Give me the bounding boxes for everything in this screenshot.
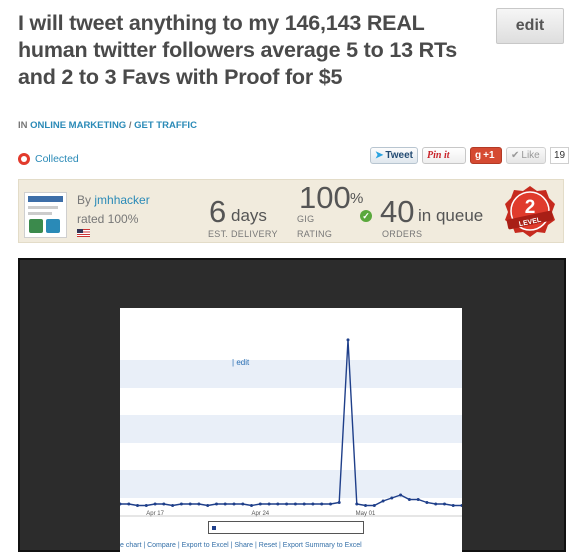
tweet-label: Tweet: [385, 150, 413, 161]
breadcrumb-category-link[interactable]: ONLINE MARKETING: [30, 120, 126, 131]
chart-point: [407, 498, 411, 501]
proof-chart-image: Apr 17 Apr 24 May 01 | edit e chart | Comp…: [118, 308, 464, 552]
gig-title: I will tweet anything to my 146,143 REAL…: [18, 11, 458, 89]
like-count: 19: [550, 147, 570, 164]
seller-byline: By jmhhacker: [77, 193, 150, 207]
chart-point: [337, 501, 341, 504]
chart-x-tick-label: Apr 17: [146, 511, 164, 517]
chart-point: [364, 504, 367, 507]
social-share-bar: ➤ Tweet Pin it g +1 ✔ Like 19: [370, 147, 570, 164]
chart-point: [144, 504, 148, 507]
chart-point: [241, 502, 245, 506]
tweet-button[interactable]: ➤ Tweet: [370, 147, 418, 164]
level-number: 2: [525, 197, 536, 218]
chart-point: [293, 502, 297, 506]
chart-x-tick-label: May 01: [356, 511, 376, 517]
thumbnail-logo: [29, 219, 43, 233]
chart-point: [302, 502, 306, 506]
gig-thumbnail[interactable]: [24, 192, 67, 238]
orders-label: ORDERS: [382, 229, 423, 239]
collected-label: Collected: [35, 153, 79, 165]
chart-point: [311, 502, 315, 506]
thumbnail-logo: [46, 219, 60, 233]
chart-point: [355, 502, 359, 506]
gig-rating-label-gig: GIG: [297, 214, 315, 224]
orders-queue-unit: in queue: [418, 206, 484, 225]
check-icon: ✓: [360, 210, 372, 222]
thumbnail-line: [28, 206, 58, 209]
chart-point: [390, 496, 394, 500]
chart-point: [162, 502, 166, 506]
chart-point: [127, 502, 131, 506]
heart-icon: [18, 153, 30, 165]
chart-x-tick-label: Apr 24: [251, 511, 269, 517]
chart-point: [197, 502, 201, 506]
chart-point: [171, 504, 175, 507]
delivery-label: EST. DELIVERY: [208, 229, 278, 239]
collect-button[interactable]: Collected: [18, 153, 79, 165]
chart-point: [258, 502, 262, 506]
google-plus-icon: g: [475, 150, 482, 161]
chart-point: [188, 502, 192, 506]
chart-point: [372, 504, 376, 507]
gig-rating-percent: %: [350, 190, 364, 207]
seller-username-link[interactable]: jmhhacker: [94, 193, 149, 207]
chart-point: [320, 502, 324, 506]
breadcrumb: IN ONLINE MARKETING / GET TRAFFIC: [18, 120, 197, 131]
thumbnail-header: [28, 196, 63, 202]
thumbs-up-icon: ✔: [511, 150, 520, 161]
chart-point: [443, 502, 446, 506]
chart-edit-link[interactable]: | edit: [232, 358, 249, 367]
delivery-days-unit: days: [231, 206, 267, 225]
chart-band: [120, 470, 462, 498]
chart-point: [425, 501, 429, 504]
chart-point: [285, 502, 289, 506]
chart-point: [267, 502, 271, 506]
breadcrumb-subcategory-link[interactable]: GET TRAFFIC: [134, 120, 197, 131]
chart-point: [381, 499, 385, 503]
seller-by-prefix: By: [77, 193, 92, 207]
gig-media-viewer[interactable]: Apr 17 Apr 24 May 01 | edit e chart | Comp…: [18, 258, 566, 552]
thumbnail-line: [28, 212, 52, 215]
chart-point: [153, 502, 157, 506]
delivery-days-value: 6: [209, 194, 227, 229]
gig-stats-panel: By jmhhacker rated 100% 6 days EST. DELI…: [18, 179, 564, 243]
chart-point: [179, 502, 183, 506]
chart-point: [276, 502, 280, 506]
chart-band: [120, 360, 462, 388]
chart-point: [250, 504, 253, 507]
twitter-bird-icon: ➤: [375, 150, 384, 161]
chart-point: [399, 493, 403, 497]
chart-point: [416, 498, 420, 501]
chart-band: [120, 415, 462, 443]
pinit-button[interactable]: Pin it: [422, 147, 466, 164]
chart-point: [346, 338, 350, 342]
like-label: Like: [521, 150, 540, 161]
google-plus-button[interactable]: g +1: [470, 147, 502, 164]
chart-point: [434, 502, 438, 506]
proof-chart: Apr 17 Apr 24 May 01: [118, 308, 464, 552]
chart-range-selector[interactable]: [208, 521, 364, 534]
gig-rating-value: 100: [299, 180, 351, 215]
breadcrumb-prefix: IN: [18, 120, 28, 131]
like-button[interactable]: ✔ Like: [506, 147, 546, 164]
us-flag-icon: [77, 229, 90, 237]
chart-point: [215, 502, 218, 506]
chart-point: [329, 502, 332, 506]
gplus-label: +1: [483, 150, 495, 161]
breadcrumb-separator: /: [128, 120, 132, 131]
chart-point: [451, 504, 455, 507]
orders-queue-value: 40: [380, 194, 415, 229]
chart-edit-label: edit: [236, 358, 250, 367]
edit-button[interactable]: edit: [496, 8, 564, 44]
chart-point: [136, 504, 139, 507]
chart-toolbar[interactable]: e chart | Compare | Export to Excel | Sh…: [120, 542, 462, 549]
chart-point: [206, 504, 210, 507]
seller-rating: rated 100%: [77, 212, 139, 226]
gig-rating-label-rating: RATING: [297, 229, 333, 239]
level-badge-icon: 2 LEVEL: [505, 186, 555, 237]
chart-point: [232, 502, 236, 506]
chart-point: [223, 502, 227, 506]
